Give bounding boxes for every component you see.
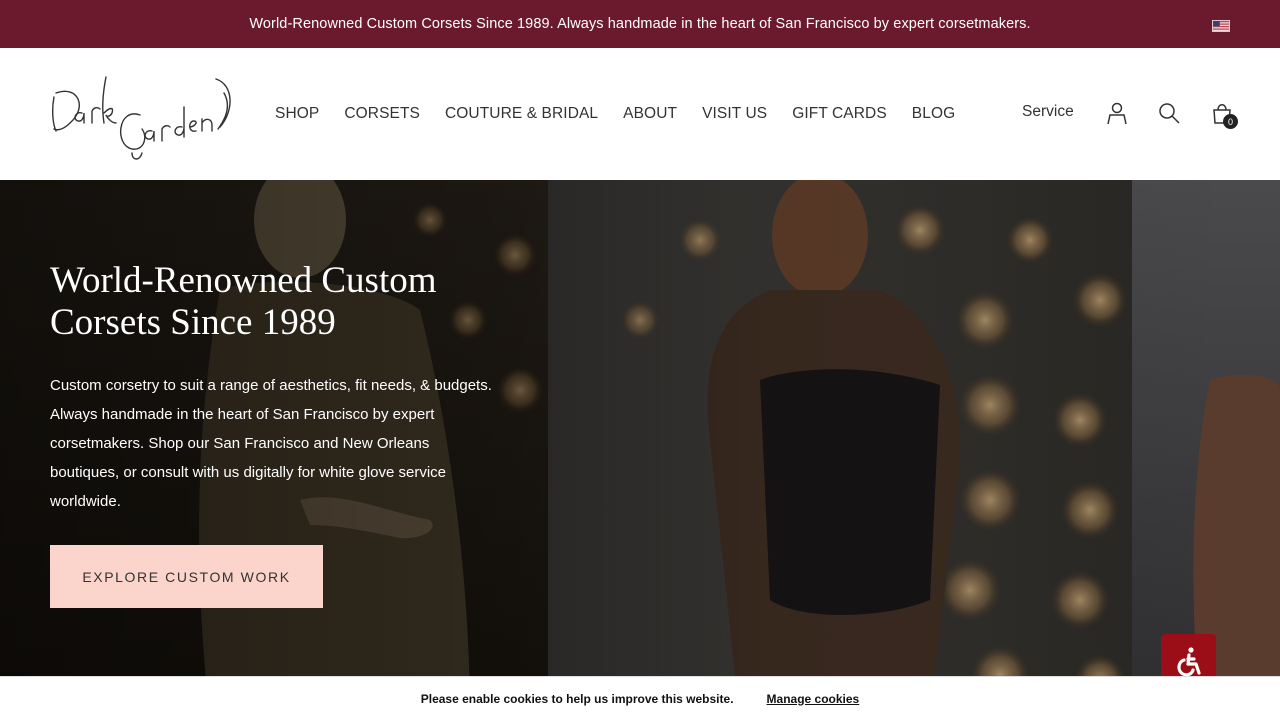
nav-couture-bridal[interactable]: COUTURE & BRIDAL (445, 105, 598, 123)
wheelchair-icon (1176, 646, 1201, 676)
us-flag-icon[interactable] (1212, 20, 1230, 32)
nav-gift-cards[interactable]: GIFT CARDS (792, 105, 887, 123)
service-link[interactable]: Service (1022, 103, 1074, 121)
nav-shop[interactable]: SHOP (275, 105, 319, 123)
search-icon[interactable] (1157, 101, 1181, 125)
nav-blog[interactable]: BLOG (912, 105, 955, 123)
hero-description: Custom corsetry to suit a range of aesth… (50, 377, 492, 510)
dark-garden-logo[interactable] (48, 67, 232, 161)
explore-custom-work-button[interactable]: EXPLORE CUSTOM WORK (50, 545, 323, 608)
nav-visit-us[interactable]: VISIT US (702, 105, 767, 123)
hero-title: World-Renowned Custom Corsets Since 1989 (50, 260, 437, 343)
account-icon[interactable] (1105, 101, 1129, 125)
manage-cookies-link[interactable]: Manage cookies (767, 692, 860, 706)
cookie-message: Please enable cookies to help us improve… (420, 691, 734, 706)
cart-count-badge: 0 (1223, 114, 1238, 129)
cookie-banner: Please enable cookies to help us improve… (0, 676, 1280, 720)
nav-corsets[interactable]: CORSETS (344, 105, 420, 123)
site-header: SHOP CORSETS COUTURE & BRIDAL ABOUT VISI… (0, 48, 1280, 180)
nav-about[interactable]: ABOUT (623, 105, 677, 123)
announcement-bar: World-Renowned Custom Corsets Since 1989… (0, 0, 1280, 48)
main-nav: SHOP CORSETS COUTURE & BRIDAL ABOUT VISI… (275, 48, 980, 180)
announcement-text: World-Renowned Custom Corsets Since 1989… (249, 16, 1031, 32)
hero-section: World-Renowned Custom Corsets Since 1989… (0, 180, 1280, 720)
